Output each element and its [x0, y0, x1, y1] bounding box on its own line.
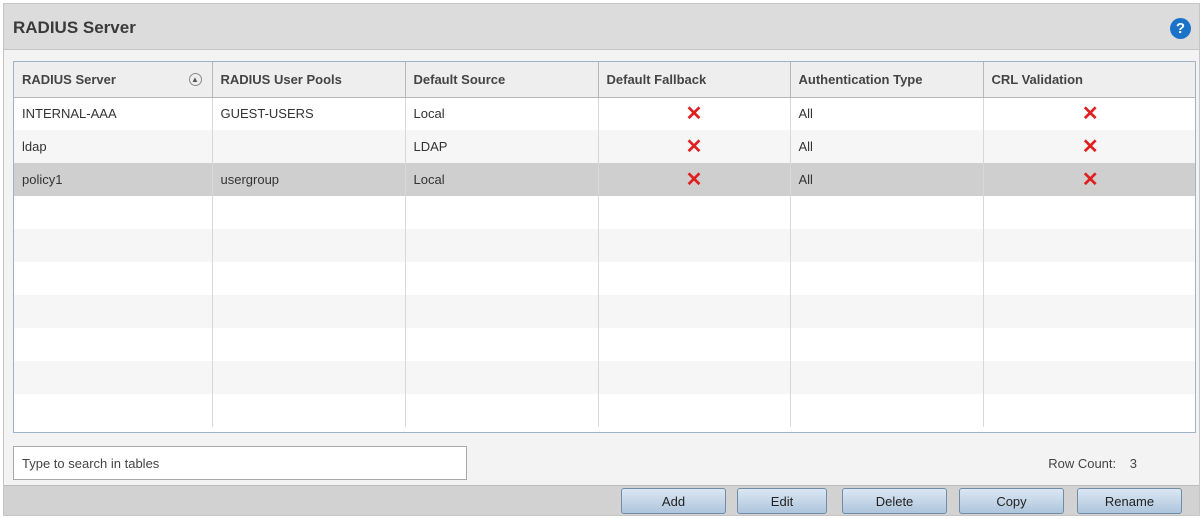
row-count-value: 3 — [1129, 456, 1137, 471]
radius-server-panel: RADIUS Server ? RADIUS Server ▲ RADIUS U… — [3, 3, 1200, 516]
disabled-x-icon: ✕ — [685, 168, 703, 191]
cell-user-pools: usergroup — [212, 163, 406, 196]
delete-button[interactable]: Delete — [842, 488, 947, 514]
column-label: RADIUS Server — [22, 71, 116, 87]
cell-default-fallback: ✕ — [598, 163, 791, 196]
cell-radius-server: INTERNAL-AAA — [14, 97, 213, 130]
table-row-selected[interactable]: policy1 usergroup Local ✕ All ✕ — [14, 163, 1195, 196]
disabled-x-icon: ✕ — [1081, 135, 1099, 158]
table-header-row: RADIUS Server ▲ RADIUS User Pools Defaul… — [14, 62, 1195, 98]
cell-authentication-type: All — [790, 130, 984, 163]
edit-button[interactable]: Edit — [737, 488, 827, 514]
column-header-authentication-type[interactable]: Authentication Type — [790, 62, 984, 98]
button-bar: Add Edit Delete Copy Rename — [4, 485, 1199, 515]
page-title: RADIUS Server — [13, 18, 136, 37]
table-row[interactable]: ldap LDAP ✕ All ✕ — [14, 130, 1195, 163]
radius-server-table: RADIUS Server ▲ RADIUS User Pools Defaul… — [13, 61, 1196, 433]
sort-ascending-icon[interactable]: ▲ — [188, 73, 202, 86]
cell-user-pools: GUEST-USERS — [212, 97, 406, 130]
column-header-default-source[interactable]: Default Source — [405, 62, 599, 98]
column-header-user-pools[interactable]: RADIUS User Pools — [212, 62, 406, 98]
empty-row — [14, 394, 1195, 427]
rename-button[interactable]: Rename — [1077, 488, 1182, 514]
empty-row — [14, 328, 1195, 361]
add-button[interactable]: Add — [621, 488, 726, 514]
empty-row — [14, 295, 1195, 328]
cell-radius-server: ldap — [14, 130, 213, 163]
column-header-default-fallback[interactable]: Default Fallback — [598, 62, 791, 98]
disabled-x-icon: ✕ — [685, 135, 703, 158]
empty-row — [14, 229, 1195, 262]
cell-radius-server: policy1 — [14, 163, 213, 196]
empty-row — [14, 196, 1195, 229]
search-input[interactable] — [13, 446, 467, 480]
row-count-label: Row Count: 3 — [1048, 456, 1137, 471]
cell-default-source: Local — [405, 97, 599, 130]
empty-row — [14, 262, 1195, 295]
cell-crl-validation: ✕ — [983, 163, 1195, 196]
cell-user-pools — [212, 130, 406, 163]
cell-default-source: LDAP — [405, 130, 599, 163]
cell-crl-validation: ✕ — [983, 130, 1195, 163]
panel-header: RADIUS Server ? — [4, 4, 1199, 50]
disabled-x-icon: ✕ — [1081, 102, 1099, 125]
empty-row — [14, 361, 1195, 394]
help-icon[interactable]: ? — [1170, 18, 1191, 39]
cell-authentication-type: All — [790, 163, 984, 196]
disabled-x-icon: ✕ — [1081, 168, 1099, 191]
column-header-radius-server[interactable]: RADIUS Server ▲ — [14, 62, 213, 98]
row-count-text: Row Count: — [1048, 456, 1117, 471]
cell-crl-validation: ✕ — [983, 97, 1195, 130]
cell-default-source: Local — [405, 163, 599, 196]
column-header-crl-validation[interactable]: CRL Validation — [983, 62, 1195, 98]
table-row[interactable]: INTERNAL-AAA GUEST-USERS Local ✕ All ✕ — [14, 97, 1195, 130]
cell-default-fallback: ✕ — [598, 130, 791, 163]
copy-button[interactable]: Copy — [959, 488, 1064, 514]
cell-authentication-type: All — [790, 97, 984, 130]
cell-default-fallback: ✕ — [598, 97, 791, 130]
disabled-x-icon: ✕ — [685, 102, 703, 125]
